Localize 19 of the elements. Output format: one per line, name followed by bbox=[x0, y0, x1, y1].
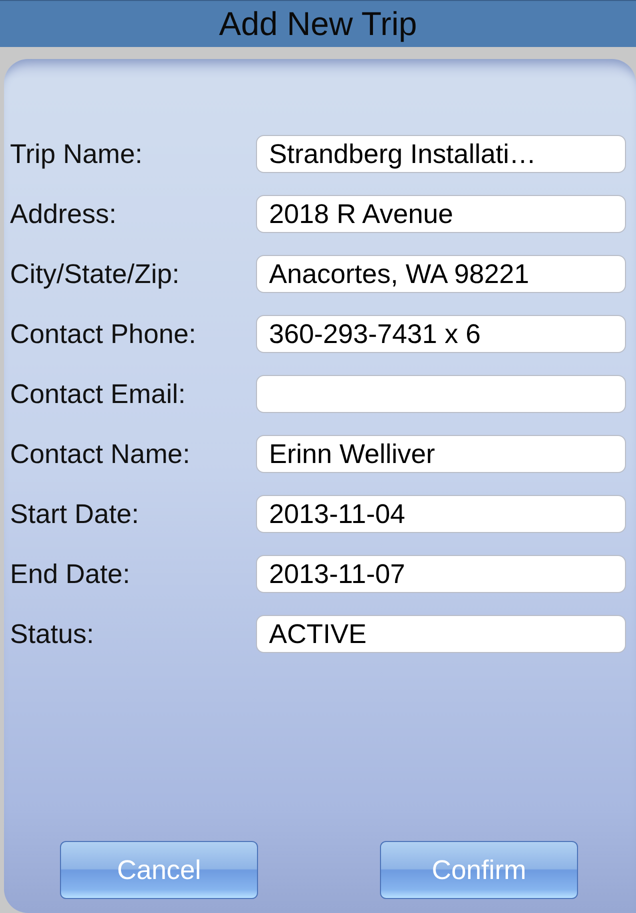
field-label: Status: bbox=[9, 618, 96, 650]
field-label: End Date: bbox=[9, 558, 132, 590]
field-label: Contact Phone: bbox=[9, 318, 198, 350]
field-label: Start Date: bbox=[9, 498, 140, 530]
input-field[interactable] bbox=[256, 375, 626, 413]
input-field[interactable]: ACTIVE bbox=[256, 615, 626, 653]
field-label: City/State/Zip: bbox=[9, 258, 181, 290]
input-field[interactable]: 2013-11-07 bbox=[256, 555, 626, 593]
input-field[interactable]: Strandberg Installati… bbox=[256, 135, 626, 173]
input-field[interactable]: 2018 R Avenue bbox=[256, 195, 626, 233]
field-label: Contact Name: bbox=[9, 438, 192, 470]
field-label: Contact Email: bbox=[9, 378, 187, 410]
field-label: Trip Name: bbox=[9, 138, 144, 170]
input-field[interactable]: 2013-11-04 bbox=[256, 495, 626, 533]
input-field[interactable]: Anacortes, WA 98221 bbox=[256, 255, 626, 293]
window-title: Add New Trip bbox=[218, 5, 418, 43]
field-label: Address: bbox=[9, 198, 118, 230]
input-field[interactable]: Erinn Welliver bbox=[256, 435, 626, 473]
input-field[interactable]: 360-293-7431 x 6 bbox=[256, 315, 626, 353]
